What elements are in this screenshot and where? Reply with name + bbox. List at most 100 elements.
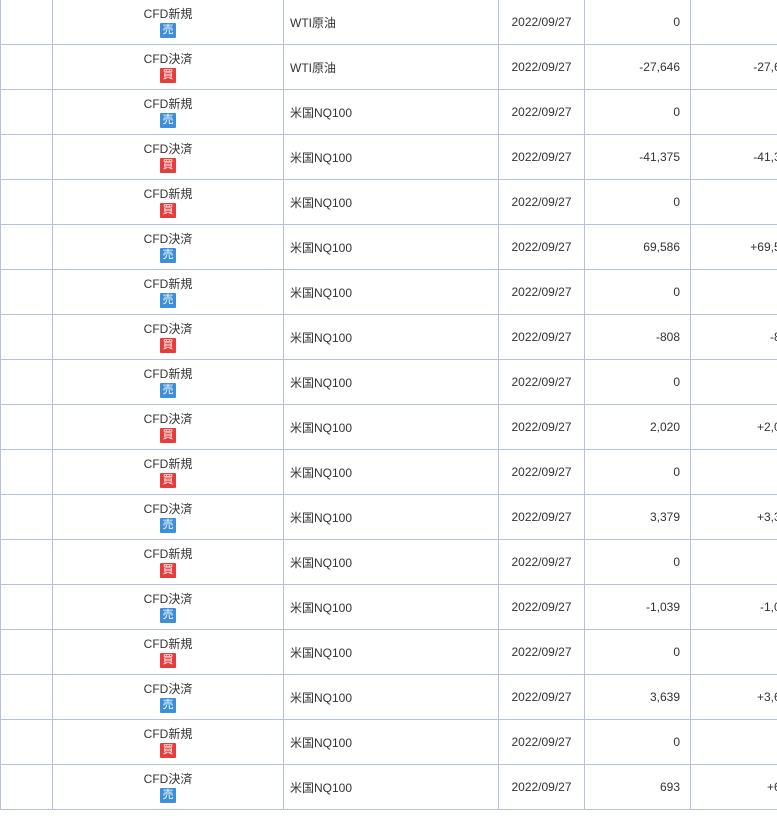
net-profit-loss-cell: 0 <box>690 629 777 675</box>
instrument-cell: WTI原油 <box>283 44 499 90</box>
table-row: CFD新規 売 米国NQ100 2022/09/27 0 0 <box>0 359 777 405</box>
trade-date-cell: 2022/09/27 <box>498 314 585 360</box>
trade-type-cell: CFD新規 買 <box>52 449 284 495</box>
row-blank-cell <box>0 449 53 495</box>
row-blank-cell <box>0 269 53 315</box>
trade-date-cell: 2022/09/27 <box>498 629 585 675</box>
profit-loss-cell: 0 <box>584 719 691 765</box>
net-profit-loss-cell: 0 <box>690 89 777 135</box>
trade-type-cell: CFD新規 買 <box>52 719 284 765</box>
side-badge: 売 <box>160 113 176 128</box>
row-blank-cell <box>0 764 53 810</box>
trade-type-cell: CFD決済 買 <box>52 404 284 450</box>
net-profit-loss-cell: 0 <box>690 269 777 315</box>
trade-type-cell: CFD決済 買 <box>52 314 284 360</box>
trade-type-cell: CFD新規 買 <box>52 629 284 675</box>
trade-type-label: CFD新規 <box>143 97 193 111</box>
table-row: CFD新規 買 米国NQ100 2022/09/27 0 0 <box>0 179 777 225</box>
trade-history-table: CFD新規 売 WTI原油 2022/09/27 0 0 CFD決済 買 WTI… <box>0 0 777 810</box>
instrument-cell: 米国NQ100 <box>283 359 499 405</box>
trade-date-cell: 2022/09/27 <box>498 269 585 315</box>
trade-type-label: CFD新規 <box>143 277 193 291</box>
row-blank-cell <box>0 0 53 45</box>
net-profit-loss-cell: +693 <box>690 764 777 810</box>
trade-type-cell: CFD決済 売 <box>52 674 284 720</box>
profit-loss-cell: 0 <box>584 359 691 405</box>
row-blank-cell <box>0 674 53 720</box>
instrument-cell: 米国NQ100 <box>283 764 499 810</box>
trade-type-label: CFD決済 <box>143 232 193 246</box>
trade-date-cell: 2022/09/27 <box>498 359 585 405</box>
trade-type-label: CFD決済 <box>143 322 193 336</box>
row-blank-cell <box>0 494 53 540</box>
net-profit-loss-cell: 0 <box>690 0 777 45</box>
row-blank-cell <box>0 719 53 765</box>
instrument-cell: 米国NQ100 <box>283 179 499 225</box>
net-profit-loss-cell: +3,379 <box>690 494 777 540</box>
table-row: CFD新規 売 米国NQ100 2022/09/27 0 0 <box>0 89 777 135</box>
side-badge: 買 <box>160 653 176 668</box>
profit-loss-cell: 0 <box>584 449 691 495</box>
profit-loss-cell: 693 <box>584 764 691 810</box>
row-blank-cell <box>0 314 53 360</box>
trade-type-label: CFD新規 <box>143 727 193 741</box>
net-profit-loss-cell: -41,375 <box>690 134 777 180</box>
row-blank-cell <box>0 44 53 90</box>
trade-type-label: CFD決済 <box>143 502 193 516</box>
trade-date-cell: 2022/09/27 <box>498 674 585 720</box>
row-blank-cell <box>0 359 53 405</box>
row-blank-cell <box>0 629 53 675</box>
row-blank-cell <box>0 539 53 585</box>
net-profit-loss-cell: +2,020 <box>690 404 777 450</box>
row-blank-cell <box>0 89 53 135</box>
trade-date-cell: 2022/09/27 <box>498 224 585 270</box>
side-badge: 買 <box>160 743 176 758</box>
instrument-cell: 米国NQ100 <box>283 629 499 675</box>
trade-type-label: CFD新規 <box>143 547 193 561</box>
trade-type-cell: CFD決済 売 <box>52 224 284 270</box>
trade-type-label: CFD新規 <box>143 7 193 21</box>
instrument-cell: 米国NQ100 <box>283 404 499 450</box>
side-badge: 売 <box>160 248 176 263</box>
table-row: CFD新規 買 米国NQ100 2022/09/27 0 0 <box>0 719 777 765</box>
trade-type-cell: CFD新規 売 <box>52 269 284 315</box>
trade-date-cell: 2022/09/27 <box>498 0 585 45</box>
side-badge: 売 <box>160 293 176 308</box>
profit-loss-cell: 69,586 <box>584 224 691 270</box>
trade-type-label: CFD決済 <box>143 592 193 606</box>
trade-date-cell: 2022/09/27 <box>498 44 585 90</box>
trade-date-cell: 2022/09/27 <box>498 134 585 180</box>
table-row: CFD新規 売 米国NQ100 2022/09/27 0 0 <box>0 269 777 315</box>
net-profit-loss-cell: 0 <box>690 719 777 765</box>
trade-date-cell: 2022/09/27 <box>498 539 585 585</box>
trade-date-cell: 2022/09/27 <box>498 89 585 135</box>
net-profit-loss-cell: +69,586 <box>690 224 777 270</box>
table-row: CFD決済 買 WTI原油 2022/09/27 -27,646 -27,646 <box>0 44 777 90</box>
profit-loss-cell: 2,020 <box>584 404 691 450</box>
trade-date-cell: 2022/09/27 <box>498 719 585 765</box>
instrument-cell: 米国NQ100 <box>283 674 499 720</box>
table-row: CFD決済 買 米国NQ100 2022/09/27 -41,375 -41,3… <box>0 134 777 180</box>
trade-type-label: CFD決済 <box>143 682 193 696</box>
instrument-cell: 米国NQ100 <box>283 224 499 270</box>
instrument-cell: 米国NQ100 <box>283 449 499 495</box>
instrument-cell: 米国NQ100 <box>283 314 499 360</box>
row-blank-cell <box>0 404 53 450</box>
instrument-cell: WTI原油 <box>283 0 499 45</box>
trade-type-label: CFD決済 <box>143 52 193 66</box>
side-badge: 売 <box>160 698 176 713</box>
net-profit-loss-cell: 0 <box>690 539 777 585</box>
table-row: CFD新規 買 米国NQ100 2022/09/27 0 0 <box>0 449 777 495</box>
side-badge: 買 <box>160 338 176 353</box>
side-badge: 買 <box>160 563 176 578</box>
trade-date-cell: 2022/09/27 <box>498 494 585 540</box>
trade-history-body: CFD新規 売 WTI原油 2022/09/27 0 0 CFD決済 買 WTI… <box>0 0 777 810</box>
side-badge: 売 <box>160 608 176 623</box>
trade-type-cell: CFD新規 売 <box>52 0 284 45</box>
table-row: CFD決済 買 米国NQ100 2022/09/27 2,020 +2,020 <box>0 404 777 450</box>
trade-type-cell: CFD新規 売 <box>52 89 284 135</box>
profit-loss-cell: -41,375 <box>584 134 691 180</box>
trade-type-cell: CFD新規 買 <box>52 179 284 225</box>
profit-loss-cell: 0 <box>584 179 691 225</box>
profit-loss-cell: 0 <box>584 539 691 585</box>
